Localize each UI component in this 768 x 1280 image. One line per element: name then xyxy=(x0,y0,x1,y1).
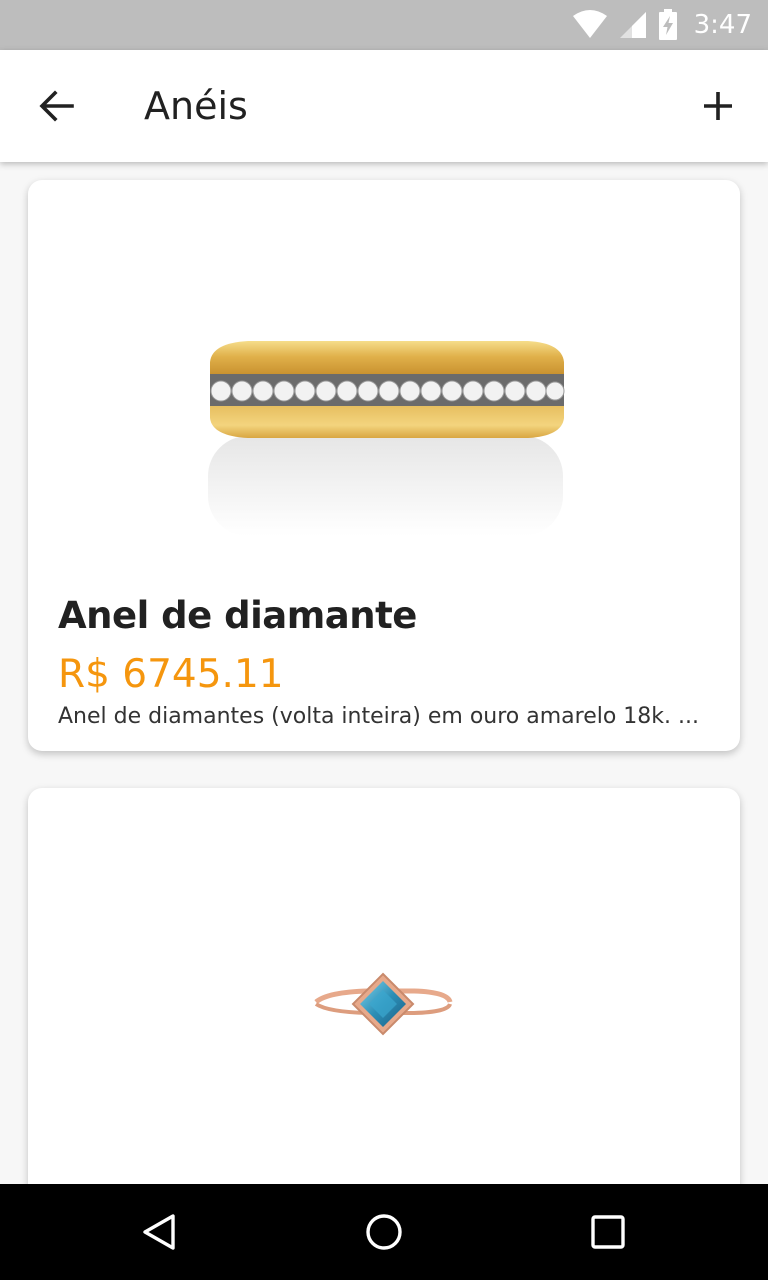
arrow-back-icon xyxy=(39,90,74,122)
add-button[interactable] xyxy=(688,76,748,136)
nav-home-button[interactable] xyxy=(354,1202,414,1262)
wifi-icon xyxy=(572,10,607,38)
product-image xyxy=(314,972,453,1036)
nav-recents-button[interactable] xyxy=(578,1202,638,1262)
product-description: Anel de diamantes (volta inteira) em our… xyxy=(58,704,699,729)
product-card[interactable] xyxy=(28,788,740,1184)
status-time: 3:47 xyxy=(693,10,752,40)
app-bar: Anéis xyxy=(0,50,768,162)
navigation-bar xyxy=(0,1184,768,1280)
signal-icon xyxy=(619,12,646,38)
diamond-row xyxy=(210,380,565,402)
nav-back-button[interactable] xyxy=(130,1202,190,1262)
page-title: Anéis xyxy=(144,84,248,128)
product-price: R$ 6745.11 xyxy=(58,652,284,697)
product-image xyxy=(208,341,565,536)
back-triangle-icon xyxy=(143,1214,175,1250)
status-bar: 3:47 xyxy=(0,0,768,50)
product-card[interactable]: Anel de diamante R$ 6745.11 Anel de diam… xyxy=(28,180,740,751)
back-button[interactable] xyxy=(24,76,88,136)
product-list[interactable]: Anel de diamante R$ 6745.11 Anel de diam… xyxy=(0,162,768,1184)
status-icons: 3:47 xyxy=(572,0,752,50)
plus-icon xyxy=(704,92,732,120)
product-title: Anel de diamante xyxy=(58,594,417,637)
recents-square-icon xyxy=(591,1215,625,1249)
battery-charging-icon xyxy=(658,9,677,40)
home-circle-icon xyxy=(366,1214,402,1250)
